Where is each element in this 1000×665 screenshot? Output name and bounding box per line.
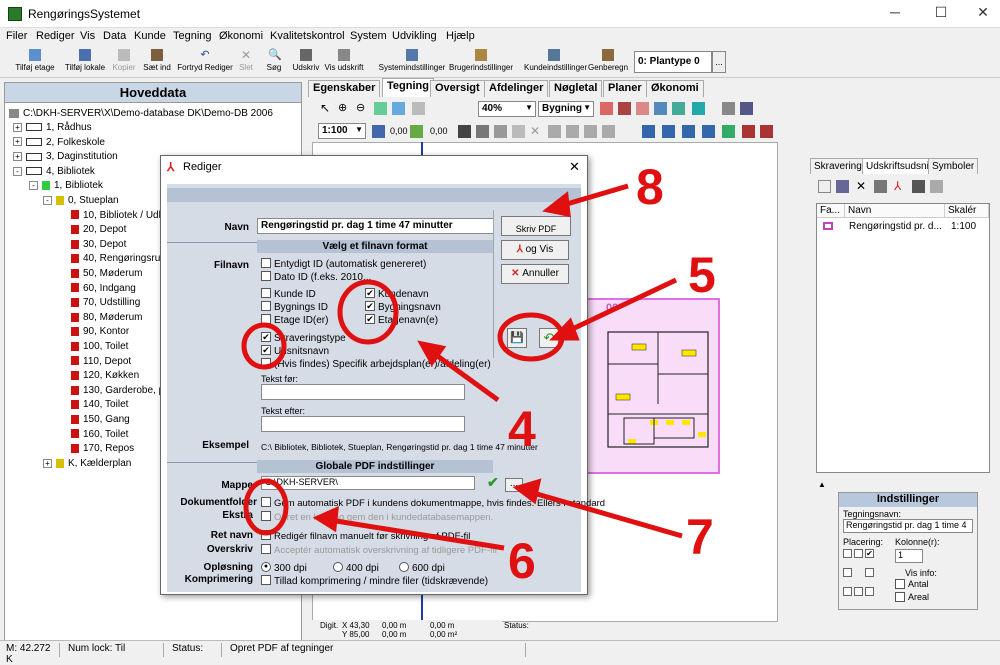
annotation-arrow (329, 517, 505, 551)
annotation-arrow (559, 183, 629, 209)
annotation-arrow (564, 277, 678, 335)
annotation-ring (337, 279, 399, 345)
annotation-arrowhead (312, 505, 339, 533)
annotation-number-7: 7 (686, 509, 714, 565)
annotation-overlay (241, 183, 683, 551)
annotation-arrow (529, 489, 683, 539)
annotation-arrowhead (512, 478, 542, 505)
annotation-number-4: 4 (508, 401, 536, 457)
annotation-number-8: 8 (636, 159, 664, 215)
annotation-arrow (430, 349, 500, 403)
annotation-number-6: 6 (508, 533, 536, 589)
annotation-ring (243, 478, 289, 536)
annotation-number-5: 5 (688, 247, 716, 303)
annotation-arrowhead (542, 191, 571, 218)
annotation-ring (241, 322, 287, 370)
